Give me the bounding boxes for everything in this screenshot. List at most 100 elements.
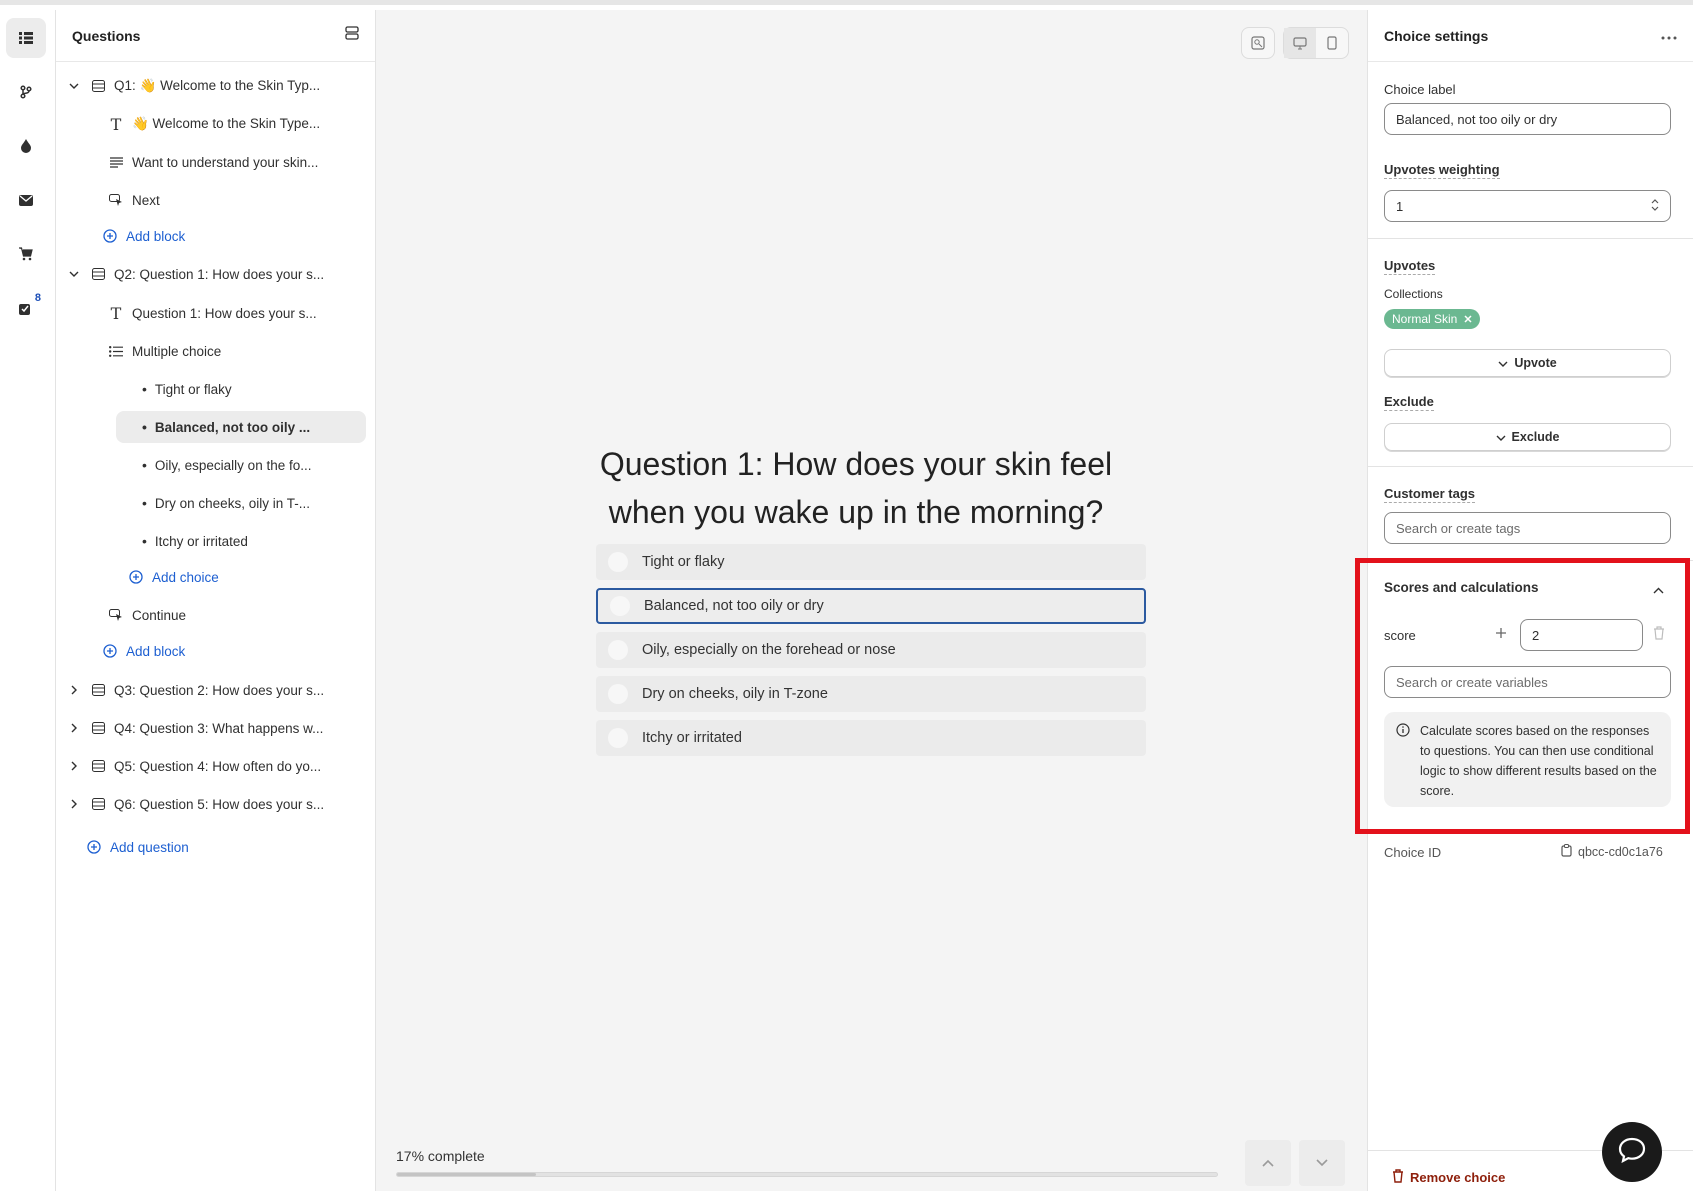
preview-icon[interactable] xyxy=(1242,28,1274,58)
text-icon: T xyxy=(110,303,122,323)
chevron-down-icon[interactable] xyxy=(66,83,82,89)
select-arrows-icon xyxy=(1651,198,1659,214)
desktop-icon[interactable] xyxy=(1284,28,1316,58)
exclude-button[interactable]: Exclude xyxy=(1384,423,1671,451)
block-item-multiple-choice[interactable]: Multiple choice xyxy=(106,335,221,367)
choice-label-input[interactable]: Balanced, not too oily or dry xyxy=(1384,103,1671,135)
choice-text: Oily, especially on the forehead or nose xyxy=(642,642,896,658)
choice-label: Dry on cheeks, oily in T-... xyxy=(154,495,310,511)
question-title: Question 1: How does your skin feel when… xyxy=(599,446,1113,530)
choice-item[interactable]: • Itchy or irritated xyxy=(142,525,248,557)
upvotes-weighting-value: 1 xyxy=(1396,198,1404,214)
previous-button[interactable] xyxy=(1245,1140,1291,1186)
choice-item[interactable]: • Oily, especially on the fo... xyxy=(142,449,311,481)
divider xyxy=(1368,238,1693,239)
question-item-q4[interactable]: Q4: Question 3: What happens w... xyxy=(66,712,323,744)
exclude-label: Exclude xyxy=(1511,430,1560,444)
mobile-icon[interactable] xyxy=(1316,28,1348,58)
block-label: Question 1: How does your s... xyxy=(132,305,317,321)
close-icon[interactable] xyxy=(1464,312,1472,326)
chevron-down-icon[interactable] xyxy=(66,271,82,277)
upvotes-weighting-select[interactable]: 1 xyxy=(1384,190,1671,222)
chevron-down-icon xyxy=(1316,1154,1328,1172)
branch-icon[interactable] xyxy=(6,72,46,112)
chevron-right-icon[interactable] xyxy=(66,799,82,809)
customer-tags-input[interactable]: Search or create tags xyxy=(1384,512,1671,544)
question-label: Q3: Question 2: How does your s... xyxy=(114,682,325,698)
add-block-button[interactable]: Add block xyxy=(100,220,185,252)
plus-circle-icon xyxy=(84,840,104,854)
collection-tag-label: Normal Skin xyxy=(1392,312,1458,326)
section-icon xyxy=(88,722,108,734)
chevron-down-icon xyxy=(1498,356,1508,370)
question-item-q2[interactable]: Q2: Question 1: How does your s... xyxy=(66,258,324,290)
collapse-all-icon[interactable] xyxy=(345,26,359,45)
choice-option[interactable]: Dry on cheeks, oily in T-zone xyxy=(596,676,1146,712)
add-block-label: Add block xyxy=(126,228,186,244)
chevron-right-icon[interactable] xyxy=(66,685,82,695)
radio-button[interactable] xyxy=(610,596,630,616)
question-item-q3[interactable]: Q3: Question 2: How does your s... xyxy=(66,674,324,706)
next-button[interactable] xyxy=(1299,1140,1345,1186)
block-label: Want to understand your skin... xyxy=(132,154,319,170)
choice-item-selected[interactable]: • Balanced, not too oily ... xyxy=(116,411,366,443)
choice-text: Balanced, not too oily or dry xyxy=(644,598,824,614)
add-choice-button[interactable]: Add choice xyxy=(126,561,219,593)
radio-button[interactable] xyxy=(608,728,628,748)
add-choice-label: Add choice xyxy=(152,569,219,585)
plus-circle-icon xyxy=(126,570,146,584)
choice-item[interactable]: • Dry on cheeks, oily in T-... xyxy=(142,487,310,519)
progress-bar xyxy=(396,1172,1218,1177)
radio-button[interactable] xyxy=(608,640,628,660)
upvote-button[interactable]: Upvote xyxy=(1384,349,1671,377)
upvotes-title: Upvotes xyxy=(1384,258,1436,275)
droplet-icon[interactable] xyxy=(6,126,46,166)
mail-icon[interactable] xyxy=(6,180,46,220)
preview-toggle[interactable] xyxy=(1241,27,1275,59)
remove-choice-button[interactable]: Remove choice xyxy=(1392,1169,1505,1186)
settings-header: Choice settings xyxy=(1368,10,1693,62)
chat-button[interactable] xyxy=(1602,1122,1662,1182)
choice-option[interactable]: Tight or flaky xyxy=(596,544,1146,580)
choice-label-title: Choice label xyxy=(1384,82,1456,97)
block-item-button[interactable]: Continue xyxy=(106,599,186,631)
upvote-label: Upvote xyxy=(1514,356,1557,370)
question-item-q6[interactable]: Q6: Question 5: How does your s... xyxy=(66,788,324,820)
block-item-paragraph[interactable]: Want to understand your skin... xyxy=(106,146,318,178)
radio-button[interactable] xyxy=(608,552,628,572)
section-icon xyxy=(88,268,108,280)
chat-icon xyxy=(1618,1137,1646,1168)
block-item-button[interactable]: Next xyxy=(106,184,160,216)
cart-icon[interactable] xyxy=(6,234,46,274)
choice-option-active[interactable]: Balanced, not too oily or dry xyxy=(596,588,1146,624)
text-icon: T xyxy=(110,114,122,134)
list-icon[interactable] xyxy=(6,18,46,58)
chevron-right-icon[interactable] xyxy=(66,761,82,771)
chevron-right-icon[interactable] xyxy=(66,723,82,733)
bullet-icon: • xyxy=(142,457,147,473)
block-item-text[interactable]: T Question 1: How does your s... xyxy=(106,297,317,329)
section-icon xyxy=(88,80,108,92)
choice-option[interactable]: Itchy or irritated xyxy=(596,720,1146,756)
collections-label: Collections xyxy=(1384,287,1443,301)
more-icon[interactable] xyxy=(1661,27,1677,45)
checklist-icon[interactable]: 8 xyxy=(6,288,46,328)
questions-title: Questions xyxy=(72,27,141,44)
add-block-button[interactable]: Add block xyxy=(100,635,185,667)
question-item-q1[interactable]: Q1: 👋 Welcome to the Skin Typ... xyxy=(66,70,320,102)
choice-label: Oily, especially on the fo... xyxy=(154,457,312,473)
block-item-text[interactable]: T 👋 Welcome to the Skin Type... xyxy=(106,108,321,140)
question-item-q5[interactable]: Q5: Question 4: How often do yo... xyxy=(66,750,321,782)
bullet-icon: • xyxy=(142,419,147,435)
choice-option[interactable]: Oily, especially on the forehead or nose xyxy=(596,632,1146,668)
settings-title: Choice settings xyxy=(1384,27,1489,44)
choice-id-copy[interactable]: qbcc-cd0c1a76 xyxy=(1561,844,1663,860)
section-icon xyxy=(88,684,108,696)
plus-circle-icon xyxy=(100,229,120,243)
section-icon xyxy=(88,760,108,772)
customer-tags-title: Customer tags xyxy=(1384,486,1476,503)
cursor-click-icon xyxy=(106,193,126,207)
add-question-button[interactable]: Add question xyxy=(84,831,189,863)
radio-button[interactable] xyxy=(608,684,628,704)
choice-item[interactable]: • Tight or flaky xyxy=(142,373,232,405)
